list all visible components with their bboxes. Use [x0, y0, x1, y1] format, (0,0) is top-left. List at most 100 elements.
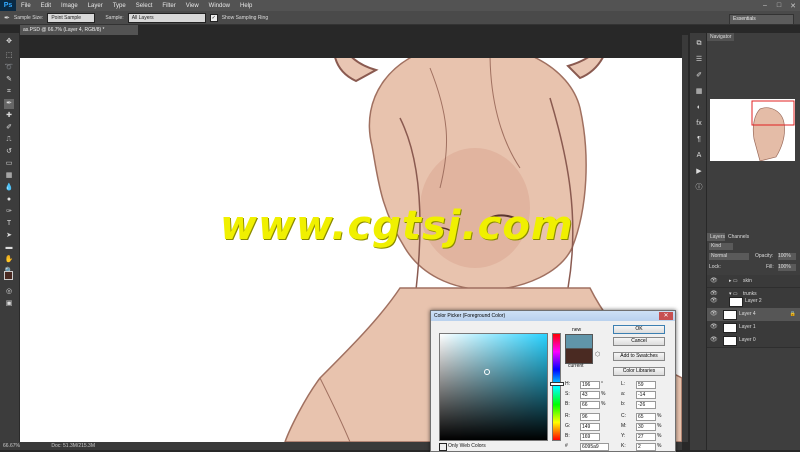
color-field[interactable]: [439, 333, 548, 441]
radio-r[interactable]: R:: [565, 412, 579, 420]
radio-b[interactable]: B:: [565, 400, 579, 408]
s-input[interactable]: 43: [580, 391, 600, 399]
marquee-tool-icon[interactable]: ⬚: [4, 51, 14, 61]
cmyk-y-field[interactable]: Y: 27%: [621, 432, 671, 441]
menu-window[interactable]: Window: [204, 3, 235, 9]
menu-help[interactable]: Help: [235, 3, 257, 9]
crop-tool-icon[interactable]: ⌗: [4, 87, 14, 97]
lab-b-input[interactable]: -26: [636, 401, 656, 409]
character-panel-icon[interactable]: A: [694, 151, 704, 161]
type-tool-icon[interactable]: T: [4, 219, 14, 229]
color-field-cursor[interactable]: [484, 369, 490, 375]
g-input[interactable]: 149: [580, 423, 600, 431]
tab-navigator[interactable]: Navigator: [707, 33, 735, 41]
r-input[interactable]: 96: [580, 413, 600, 421]
layer-filter-kind[interactable]: Kind: [709, 243, 733, 250]
history-brush-tool-icon[interactable]: ↺: [4, 147, 14, 157]
foreground-color-swatch[interactable]: [4, 271, 13, 280]
hue-slider[interactable]: [550, 333, 564, 441]
layer-row[interactable]: 👁 Layer 2: [707, 295, 800, 309]
b-input[interactable]: 66: [580, 401, 600, 409]
layer-row[interactable]: 👁 Layer 0: [707, 334, 800, 348]
visibility-eye-icon[interactable]: 👁: [710, 321, 718, 333]
l-input[interactable]: 59: [636, 381, 656, 389]
close-icon[interactable]: ✕: [786, 0, 800, 11]
cmyk-k-field[interactable]: K: 2%: [621, 442, 671, 451]
maximize-icon[interactable]: □: [772, 0, 786, 11]
blend-mode-dropdown[interactable]: Normal: [709, 253, 749, 260]
menu-edit[interactable]: Edit: [36, 3, 56, 9]
color-libraries-button[interactable]: Color Libraries: [613, 367, 665, 376]
radio-lab-b[interactable]: b:: [621, 400, 635, 408]
lab-l-field[interactable]: L: 59: [621, 380, 671, 389]
h-input[interactable]: 196: [580, 381, 600, 389]
menu-view[interactable]: View: [181, 3, 204, 9]
swatches-panel-icon[interactable]: ▦: [694, 87, 704, 97]
layer-row-selected[interactable]: 👁 Layer 4 🔒: [707, 308, 800, 322]
navigator-thumbnail[interactable]: [710, 99, 795, 162]
layer-group-row[interactable]: 👁 ▸ ▭ skin: [707, 275, 800, 288]
rgb-r-field[interactable]: R: 96: [565, 412, 611, 421]
quick-select-tool-icon[interactable]: ✎: [4, 75, 14, 85]
radio-l[interactable]: L:: [621, 380, 635, 388]
screen-mode-icon[interactable]: ▣: [4, 299, 14, 309]
menu-image[interactable]: Image: [56, 3, 83, 9]
opacity-input[interactable]: 100%: [778, 253, 796, 260]
brush-panel-icon[interactable]: ✐: [694, 71, 704, 81]
zoom-level[interactable]: 66.67%: [3, 443, 20, 449]
hue-slider-handle[interactable]: [550, 382, 564, 386]
fill-input[interactable]: 100%: [778, 264, 796, 271]
properties-panel-icon[interactable]: ☰: [694, 55, 704, 65]
path-select-tool-icon[interactable]: ➤: [4, 231, 14, 241]
add-to-swatches-button[interactable]: Add to Swatches: [613, 352, 665, 361]
sample-dropdown[interactable]: All Layers: [127, 12, 206, 23]
eraser-tool-icon[interactable]: ▭: [4, 159, 14, 169]
rgb-b-field[interactable]: B: 169: [565, 432, 611, 441]
shape-tool-icon[interactable]: ▬: [4, 243, 14, 253]
hsb-s-field[interactable]: S: 43%: [565, 390, 611, 399]
visibility-eye-icon[interactable]: 👁: [710, 334, 718, 346]
history-panel-icon[interactable]: ⧉: [694, 39, 704, 49]
y-input[interactable]: 27: [636, 433, 656, 441]
styles-panel-icon[interactable]: fx: [694, 119, 704, 129]
radio-s[interactable]: S:: [565, 390, 579, 398]
rgb-b-input[interactable]: 169: [580, 433, 600, 441]
document-tab[interactable]: as.PSD @ 66.7% (Layer 4, RGB/8) *: [20, 25, 138, 35]
radio-rgb-b[interactable]: B:: [565, 432, 579, 440]
canvas-vertical-scrollbar[interactable]: [682, 35, 688, 442]
current-color-swatch[interactable]: [565, 348, 593, 364]
layer-row[interactable]: 👁 Layer 1: [707, 321, 800, 335]
brush-tool-icon[interactable]: ✐: [4, 123, 14, 133]
clone-stamp-tool-icon[interactable]: ⎍: [4, 135, 14, 145]
show-sampling-ring-checkbox[interactable]: ✓: [209, 13, 218, 22]
adjustments-panel-icon[interactable]: ◐: [694, 103, 704, 113]
dodge-tool-icon[interactable]: ●: [4, 195, 14, 205]
cancel-button[interactable]: Cancel: [613, 337, 665, 346]
lab-a-field[interactable]: a: -14: [621, 390, 671, 399]
radio-g[interactable]: G:: [565, 422, 579, 430]
info-panel-icon[interactable]: ⓘ: [694, 183, 704, 193]
sample-size-dropdown[interactable]: Point Sample: [47, 12, 96, 23]
a-input[interactable]: -14: [636, 391, 656, 399]
cmyk-c-field[interactable]: C: 65%: [621, 412, 671, 421]
quick-mask-icon[interactable]: ◎: [4, 287, 14, 297]
gradient-tool-icon[interactable]: ▦: [4, 171, 14, 181]
radio-h[interactable]: H:: [565, 380, 579, 388]
eyedropper-preset-icon[interactable]: ✒: [4, 14, 10, 22]
rgb-g-field[interactable]: G: 149: [565, 422, 611, 431]
blur-tool-icon[interactable]: 💧: [4, 183, 14, 193]
minimize-icon[interactable]: –: [758, 0, 772, 11]
tab-channels[interactable]: Channels: [725, 233, 753, 241]
dialog-title-bar[interactable]: Color Picker (Foreground Color) ✕: [431, 311, 675, 321]
menu-type[interactable]: Type: [108, 3, 131, 9]
radio-a[interactable]: a:: [621, 390, 635, 398]
visibility-eye-icon[interactable]: 👁: [710, 308, 718, 320]
healing-tool-icon[interactable]: ✚: [4, 111, 14, 121]
visibility-eye-icon[interactable]: 👁: [710, 295, 718, 307]
eyedropper-tool-icon[interactable]: ✒: [4, 99, 14, 109]
ok-button[interactable]: OK: [613, 325, 665, 334]
hsb-h-field[interactable]: H: 196 °: [565, 380, 611, 389]
paragraph-panel-icon[interactable]: ¶: [694, 135, 704, 145]
menu-select[interactable]: Select: [131, 3, 158, 9]
c-input[interactable]: 65: [636, 413, 656, 421]
